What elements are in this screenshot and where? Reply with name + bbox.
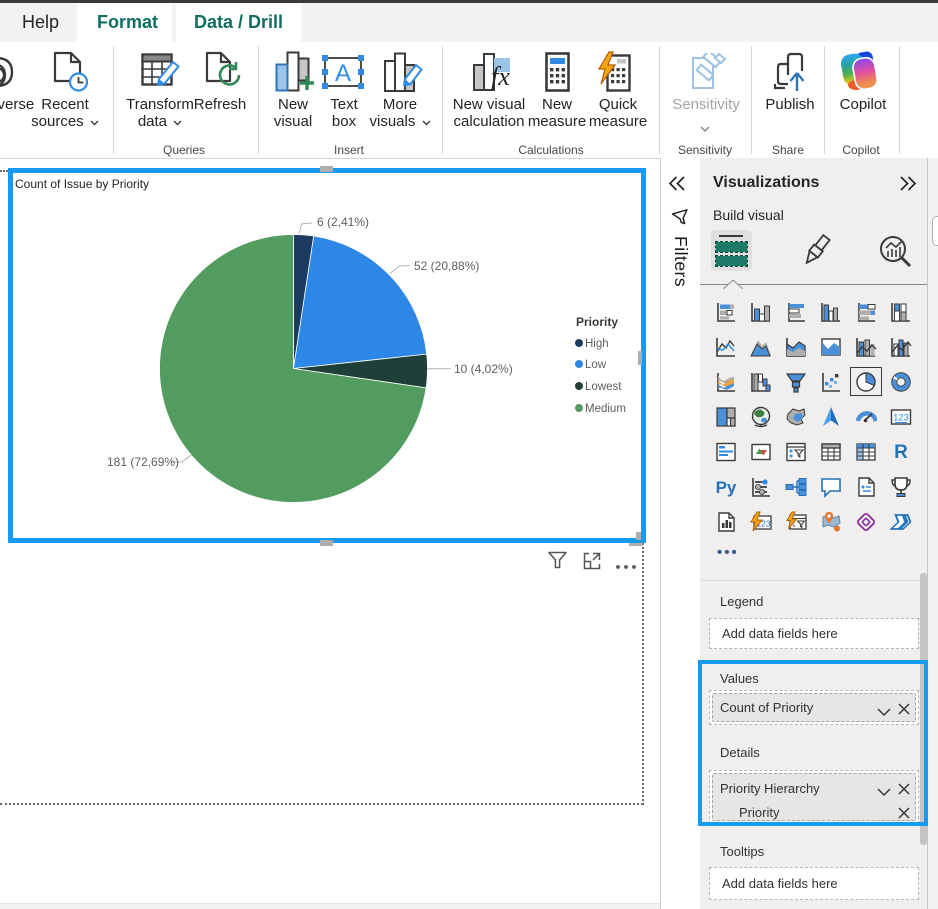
svg-text:R: R bbox=[894, 442, 908, 463]
svg-text:Py: Py bbox=[716, 478, 737, 497]
svg-text:A: A bbox=[335, 60, 351, 87]
svg-text:123: 123 bbox=[893, 413, 909, 424]
svg-text:fx: fx bbox=[491, 62, 510, 91]
